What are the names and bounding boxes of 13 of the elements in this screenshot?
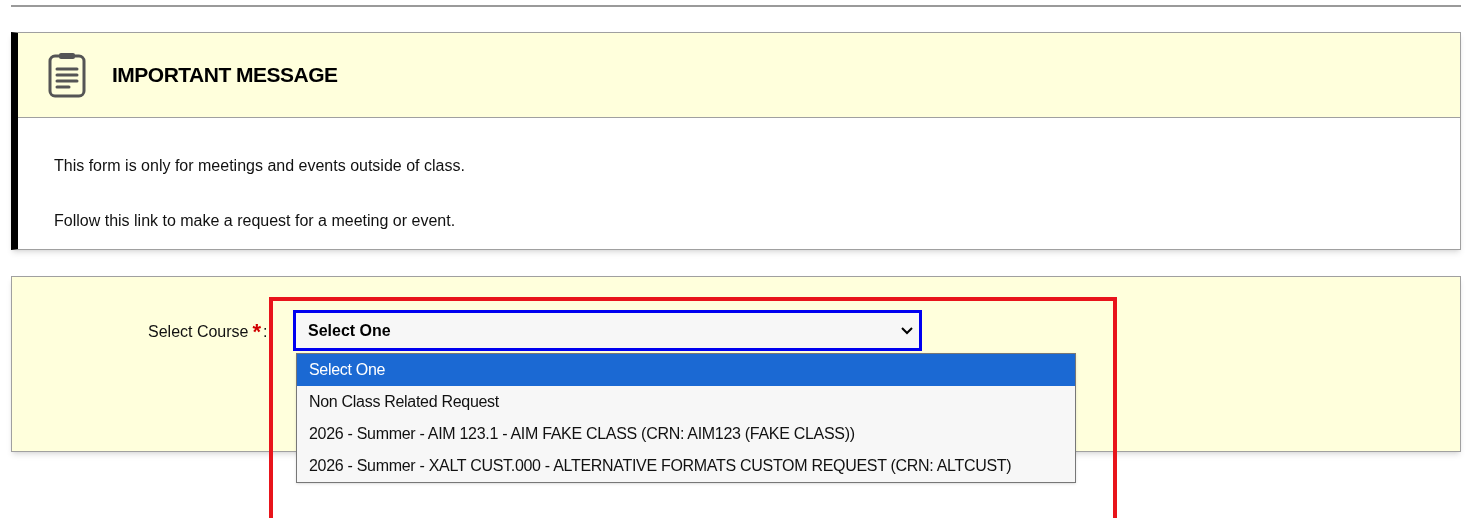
dropdown-option[interactable]: 2026 - Summer - XALT CUST.000 - ALTERNATIVE FORMATS CUSTOM REQUEST (CRN: ALTCUST) — [297, 450, 1071, 482]
message-text: Follow this link to make a request for a meeting or event. — [54, 211, 457, 231]
field-label: Select Course — [148, 322, 249, 342]
dropdown-option[interactable]: Non Class Related Request — [297, 386, 1071, 418]
clipboard-icon — [48, 52, 86, 98]
message-text: This form is only for meetings and events outside of class. — [54, 156, 466, 176]
chevron-down-icon — [901, 326, 913, 335]
dropdown-option[interactable]: Select One — [297, 354, 1075, 386]
required-mark: * — [252, 321, 262, 343]
course-select[interactable]: Select One — [293, 310, 922, 351]
message-title: IMPORTANT MESSAGE — [112, 62, 338, 89]
field-colon: : — [263, 322, 268, 342]
dropdown-option[interactable]: 2026 - Summer - AIM 123.1 - AIM FAKE CLASS (CRN: AIM123 (FAKE CLASS)) — [297, 418, 1071, 450]
